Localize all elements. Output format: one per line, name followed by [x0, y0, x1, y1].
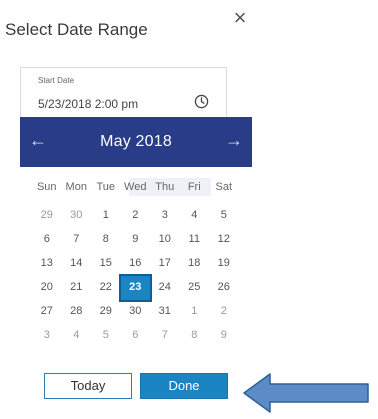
calendar-week-row: 6 7 8 9 10 11 12: [32, 228, 252, 252]
day-cell[interactable]: 16: [121, 252, 151, 276]
day-cell[interactable]: 5: [209, 204, 239, 228]
arrow-right-icon[interactable]: →: [224, 130, 244, 151]
dialog-title: Select Date Range: [5, 20, 148, 39]
day-cell[interactable]: 20: [32, 276, 62, 300]
calendar-week-row: 20 21 22 23 24 25 26: [32, 274, 252, 302]
weekday-tue: Tue: [96, 181, 116, 193]
day-cell[interactable]: 9: [121, 228, 151, 252]
day-cell[interactable]: 1: [180, 300, 210, 324]
day-cell[interactable]: 29: [91, 300, 121, 324]
day-cell[interactable]: 23: [118, 274, 152, 302]
weekday-mon: Mon: [65, 181, 87, 193]
day-cell[interactable]: 21: [62, 276, 92, 300]
done-button[interactable]: Done: [140, 373, 228, 399]
day-cell[interactable]: 3: [150, 204, 180, 228]
weekday-thu: Thu: [155, 181, 175, 193]
calendar-grid: 29 30 1 2 3 4 5 6 7 8 9 10 11 12 13 14 15 16 17 18 19 20 21 22 2…: [20, 204, 252, 348]
day-cell[interactable]: 14: [62, 252, 92, 276]
day-cell[interactable]: 6: [32, 228, 62, 252]
day-cell[interactable]: 7: [62, 228, 92, 252]
day-cell[interactable]: 3: [32, 324, 62, 348]
day-cell[interactable]: 8: [91, 228, 121, 252]
day-cell[interactable]: 9: [209, 324, 239, 348]
day-cell[interactable]: 30: [62, 204, 92, 228]
day-cell[interactable]: 6: [121, 324, 151, 348]
day-cell[interactable]: 4: [180, 204, 210, 228]
start-date-value[interactable]: 5/23/2018 2:00 pm: [38, 97, 138, 111]
calendar-header: ← May 2018 →: [20, 117, 252, 167]
day-cell[interactable]: 10: [150, 228, 180, 252]
month-label: May 2018: [100, 133, 172, 150]
day-cell[interactable]: 25: [180, 276, 210, 300]
calendar-week-row: 27 28 29 30 31 1 2: [32, 300, 252, 324]
day-cell[interactable]: 2: [209, 300, 239, 324]
day-cell[interactable]: 12: [209, 228, 239, 252]
clock-icon[interactable]: [194, 94, 209, 109]
start-date-label: Start Date: [38, 76, 75, 85]
weekday-sun: Sun: [36, 181, 57, 193]
weekday-wed: Wed: [124, 181, 147, 193]
weekday-fri: Fri: [187, 181, 201, 193]
day-cell[interactable]: 31: [150, 300, 180, 324]
today-button[interactable]: Today: [44, 373, 132, 399]
day-cell[interactable]: 28: [62, 300, 92, 324]
day-cell[interactable]: 17: [150, 252, 180, 276]
day-cell[interactable]: 19: [209, 252, 239, 276]
day-cell[interactable]: 30: [121, 300, 151, 324]
close-icon[interactable]: ×: [230, 7, 250, 29]
day-cell[interactable]: 27: [32, 300, 62, 324]
day-cell[interactable]: 29: [32, 204, 62, 228]
day-cell[interactable]: 22: [91, 276, 121, 300]
start-date-field[interactable]: Start Date 5/23/2018 2:00 pm: [20, 67, 227, 118]
day-cell[interactable]: 7: [150, 324, 180, 348]
calendar-week-row: 3456789: [32, 324, 252, 348]
day-cell[interactable]: 8: [180, 324, 210, 348]
day-cell[interactable]: 4: [62, 324, 92, 348]
arrow-pointer-icon: [243, 373, 369, 413]
day-cell[interactable]: 24: [150, 276, 180, 300]
day-cell[interactable]: 5: [91, 324, 121, 348]
day-cell[interactable]: 11: [180, 228, 210, 252]
day-cell[interactable]: 13: [32, 252, 62, 276]
calendar-week-row: 29 30 1 2 3 4 5: [32, 204, 252, 228]
weekday-sat: Sat: [215, 181, 232, 193]
day-cell[interactable]: 15: [91, 252, 121, 276]
day-cell[interactable]: 18: [180, 252, 210, 276]
day-cell[interactable]: 1: [91, 204, 121, 228]
day-cell[interactable]: 2: [121, 204, 151, 228]
calendar-week-row: 13 14 15 16 17 18 19: [32, 252, 252, 276]
weekday-row: Sun Mon Tue Wed Thu Fri Sat: [20, 181, 252, 193]
day-cell[interactable]: 26: [209, 276, 239, 300]
